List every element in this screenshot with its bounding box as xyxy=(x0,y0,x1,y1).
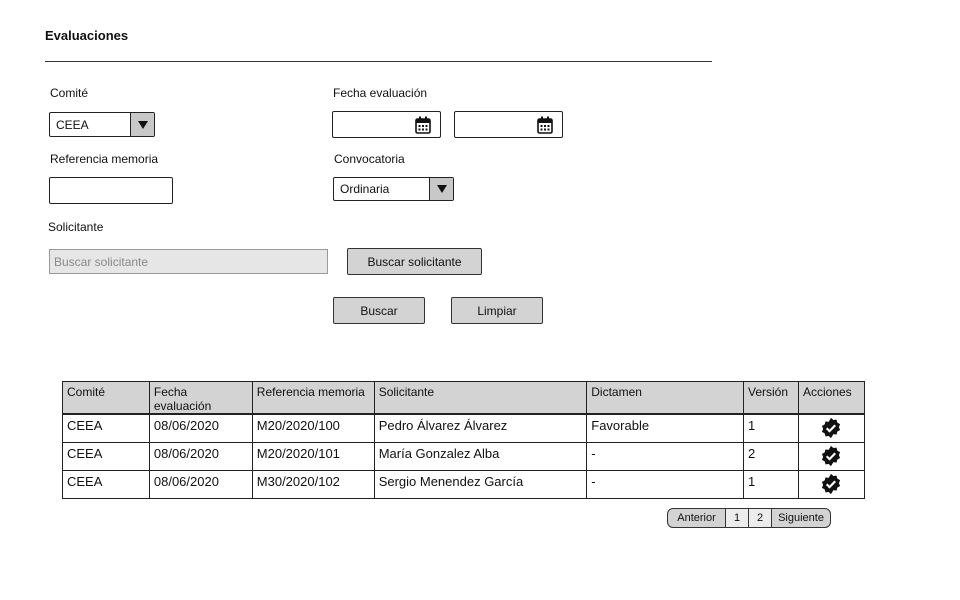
cell-referencia: M20/2020/101 xyxy=(251,442,375,471)
cell-solicitante: Pedro Álvarez Álvarez xyxy=(373,413,588,443)
calendar-icon[interactable] xyxy=(537,116,553,134)
comite-select[interactable]: CEEA xyxy=(49,112,155,137)
title-divider xyxy=(45,61,712,62)
convocatoria-select[interactable]: Ordinaria xyxy=(333,177,454,201)
cell-fecha: 08/06/2020 xyxy=(148,442,253,471)
cell-acciones xyxy=(797,470,866,499)
buscar-button[interactable]: Buscar xyxy=(333,297,425,324)
calendar-icon[interactable] xyxy=(415,116,431,134)
column-header-referencia[interactable]: Referencia memoria xyxy=(251,381,375,415)
chevron-down-icon xyxy=(137,120,148,129)
column-header-dictamen[interactable]: Dictamen xyxy=(586,381,744,415)
solicitante-input[interactable]: Buscar solicitante xyxy=(49,249,328,274)
comite-dropdown-button[interactable] xyxy=(130,113,154,136)
cell-solicitante: María Gonzalez Alba xyxy=(373,442,588,471)
table-row: CEEA 08/06/2020 M20/2020/101 María Gonza… xyxy=(62,442,866,471)
limpiar-button[interactable]: Limpiar xyxy=(451,297,543,324)
column-header-fecha[interactable]: Fecha evaluación xyxy=(148,381,253,415)
table-row: CEEA 08/06/2020 M30/2020/102 Sergio Mene… xyxy=(62,470,866,499)
solicitante-label: Solicitante xyxy=(48,220,104,234)
page-title: Evaluaciones xyxy=(45,28,129,43)
convocatoria-select-value: Ordinaria xyxy=(340,182,390,196)
cell-version: 1 xyxy=(743,470,799,499)
convocatoria-label: Convocatoria xyxy=(334,152,405,166)
cell-dictamen: - xyxy=(586,470,744,499)
cell-referencia: M20/2020/100 xyxy=(251,413,375,443)
cell-comite: CEEA xyxy=(62,413,150,443)
pagination-page-2[interactable]: 2 xyxy=(749,509,772,527)
referencia-memoria-input[interactable] xyxy=(49,177,173,204)
evaluaciones-table: Comité Fecha evaluación Referencia memor… xyxy=(62,381,866,499)
buscar-solicitante-button[interactable]: Buscar solicitante xyxy=(347,248,482,275)
referencia-memoria-label: Referencia memoria xyxy=(50,152,159,166)
verified-badge-icon[interactable] xyxy=(820,445,842,467)
table-header-row: Comité Fecha evaluación Referencia memor… xyxy=(62,381,866,415)
cell-version: 1 xyxy=(743,413,799,443)
cell-fecha: 08/06/2020 xyxy=(148,413,253,443)
column-header-solicitante[interactable]: Solicitante xyxy=(373,381,588,415)
cell-dictamen: - xyxy=(586,442,744,471)
fecha-evaluacion-label: Fecha evaluación xyxy=(333,86,428,100)
pagination: Anterior 1 2 Siguiente xyxy=(667,508,831,528)
cell-dictamen: Favorable xyxy=(586,413,744,443)
comite-label: Comité xyxy=(50,86,89,100)
cell-solicitante: Sergio Menendez García xyxy=(373,470,588,499)
pagination-page-1[interactable]: 1 xyxy=(726,509,749,527)
cell-comite: CEEA xyxy=(62,470,150,499)
fecha-hasta-input[interactable] xyxy=(454,111,563,138)
cell-referencia: M30/2020/102 xyxy=(251,470,375,499)
cell-version: 2 xyxy=(743,442,799,471)
table-row: CEEA 08/06/2020 M20/2020/100 Pedro Álvar… xyxy=(62,413,866,443)
chevron-down-icon xyxy=(436,185,447,193)
convocatoria-dropdown-button[interactable] xyxy=(429,178,453,200)
cell-comite: CEEA xyxy=(62,442,150,471)
comite-select-value: CEEA xyxy=(56,117,89,132)
fecha-desde-input[interactable] xyxy=(332,111,441,138)
column-header-version[interactable]: Versión xyxy=(743,381,799,415)
cell-acciones xyxy=(797,442,866,471)
column-header-comite[interactable]: Comité xyxy=(62,381,150,415)
pagination-next-button[interactable]: Siguiente xyxy=(772,509,830,527)
pagination-prev-button[interactable]: Anterior xyxy=(668,509,726,527)
cell-fecha: 08/06/2020 xyxy=(148,470,253,499)
column-header-acciones: Acciones xyxy=(797,381,866,415)
verified-badge-icon[interactable] xyxy=(820,417,842,439)
verified-badge-icon[interactable] xyxy=(820,473,842,495)
cell-acciones xyxy=(797,413,866,443)
